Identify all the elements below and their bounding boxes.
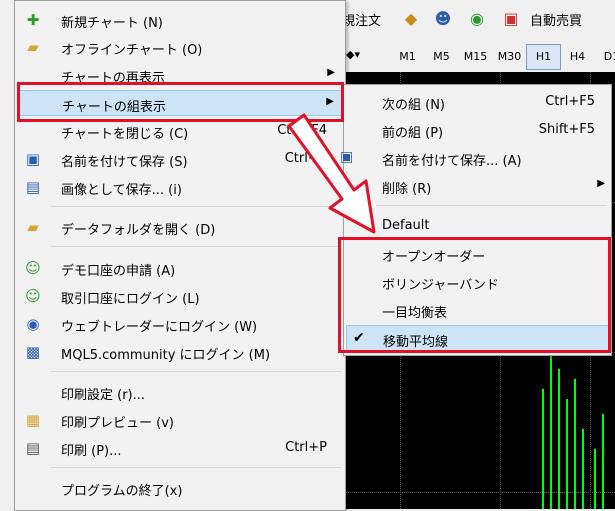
annotation-arrow (287, 113, 376, 234)
arrow-shape (287, 113, 376, 234)
